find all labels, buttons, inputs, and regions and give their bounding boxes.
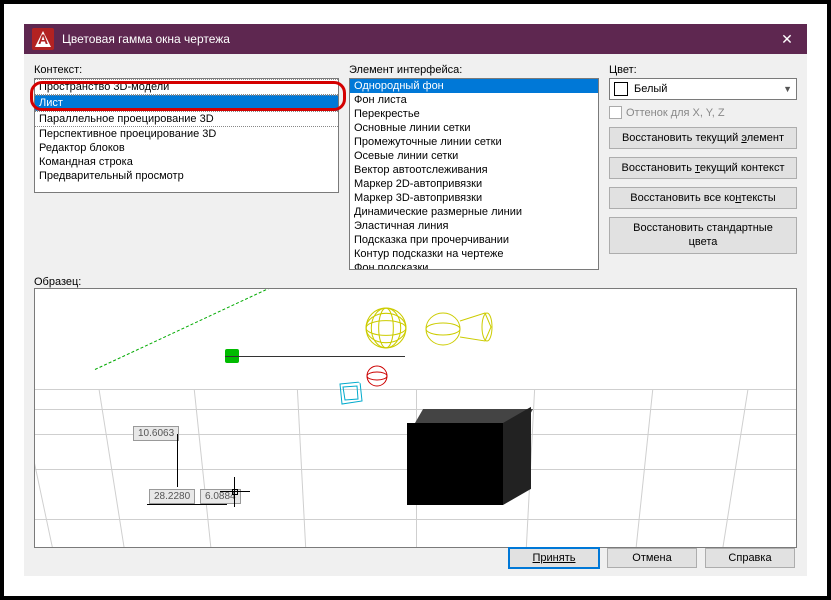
restore-standard-button[interactable]: Восстановить стандартныецвета: [609, 217, 797, 254]
color-label: Цвет:: [609, 64, 797, 76]
element-item[interactable]: Фон листа: [350, 93, 598, 107]
close-button[interactable]: ✕: [767, 24, 807, 54]
context-label: Контекст:: [34, 64, 339, 76]
dim-line-h: [147, 504, 227, 505]
element-item[interactable]: Промежуточные линии сетки: [350, 135, 598, 149]
element-item[interactable]: Вектор автоотслеживания: [350, 163, 598, 177]
tint-label: Оттенок для X, Y, Z: [626, 107, 725, 119]
element-item[interactable]: Подсказка при прочерчивании: [350, 233, 598, 247]
element-item[interactable]: Осевые линии сетки: [350, 149, 598, 163]
accept-button[interactable]: Принять: [509, 548, 599, 568]
dim-line-v: [177, 434, 178, 487]
sphere-wireframe-icon: [365, 307, 407, 349]
chevron-down-icon: ▼: [783, 84, 792, 94]
titlebar: A Цветовая гамма окна чертежа ✕: [24, 24, 807, 54]
context-item[interactable]: Командная строка: [35, 155, 338, 169]
element-item[interactable]: Эластичная линия: [350, 219, 598, 233]
element-item[interactable]: Маркер 3D-автопривязки: [350, 191, 598, 205]
element-item[interactable]: Основные линии сетки: [350, 121, 598, 135]
coord-x: 28.2280: [149, 489, 195, 504]
help-button[interactable]: Справка: [705, 548, 795, 568]
cancel-button[interactable]: Отмена: [607, 548, 697, 568]
tint-row: Оттенок для X, Y, Z: [609, 106, 797, 119]
crosshair-icon: [220, 477, 250, 507]
tint-checkbox[interactable]: [609, 106, 622, 119]
element-item[interactable]: Маркер 2D-автопривязки: [350, 177, 598, 191]
context-item[interactable]: Перспективное проецирование 3D: [35, 127, 338, 141]
element-item[interactable]: Контур подсказки на чертеже: [350, 247, 598, 261]
sample-label: Образец:: [34, 276, 797, 288]
color-swatch: [614, 82, 628, 96]
cube-model: [415, 409, 525, 504]
context-item[interactable]: Пространство 3D-модели: [35, 79, 338, 95]
element-item[interactable]: Перекрестье: [350, 107, 598, 121]
context-item[interactable]: Параллельное проецирование 3D: [35, 111, 338, 127]
app-icon: A: [32, 28, 54, 50]
restore-element-button[interactable]: Восстановить текущий элемент: [609, 127, 797, 149]
coord-z: 10.6063: [133, 426, 179, 441]
element-listbox[interactable]: Однородный фон Фон листа Перекрестье Осн…: [349, 78, 599, 270]
restore-context-button[interactable]: Восстановить текущий контекст: [609, 157, 797, 179]
context-item[interactable]: Редактор блоков: [35, 141, 338, 155]
color-value: Белый: [634, 83, 667, 95]
color-dropdown[interactable]: Белый ▼: [609, 78, 797, 100]
element-label: Элемент интерфейса:: [349, 64, 599, 76]
sample-preview: 10.6063 28.2280 6.0884: [34, 288, 797, 548]
element-item[interactable]: Однородный фон: [350, 79, 598, 93]
element-item[interactable]: Динамические размерные линии: [350, 205, 598, 219]
element-item[interactable]: Фон подсказки: [350, 261, 598, 270]
dialog-body: Контекст: Пространство 3D-модели Лист Па…: [24, 54, 807, 576]
cyan-wire-icon: [335, 379, 365, 409]
window-title: Цветовая гамма окна чертежа: [62, 32, 230, 46]
red-wire-icon: [365, 364, 389, 388]
restore-all-button[interactable]: Восстановить все контексты: [609, 187, 797, 209]
context-item[interactable]: Лист: [35, 95, 338, 111]
light-bulb-icon: [425, 299, 495, 359]
context-item[interactable]: Предварительный просмотр: [35, 169, 338, 183]
horizontal-guide: [225, 356, 405, 357]
context-listbox[interactable]: Пространство 3D-модели Лист Параллельное…: [34, 78, 339, 193]
